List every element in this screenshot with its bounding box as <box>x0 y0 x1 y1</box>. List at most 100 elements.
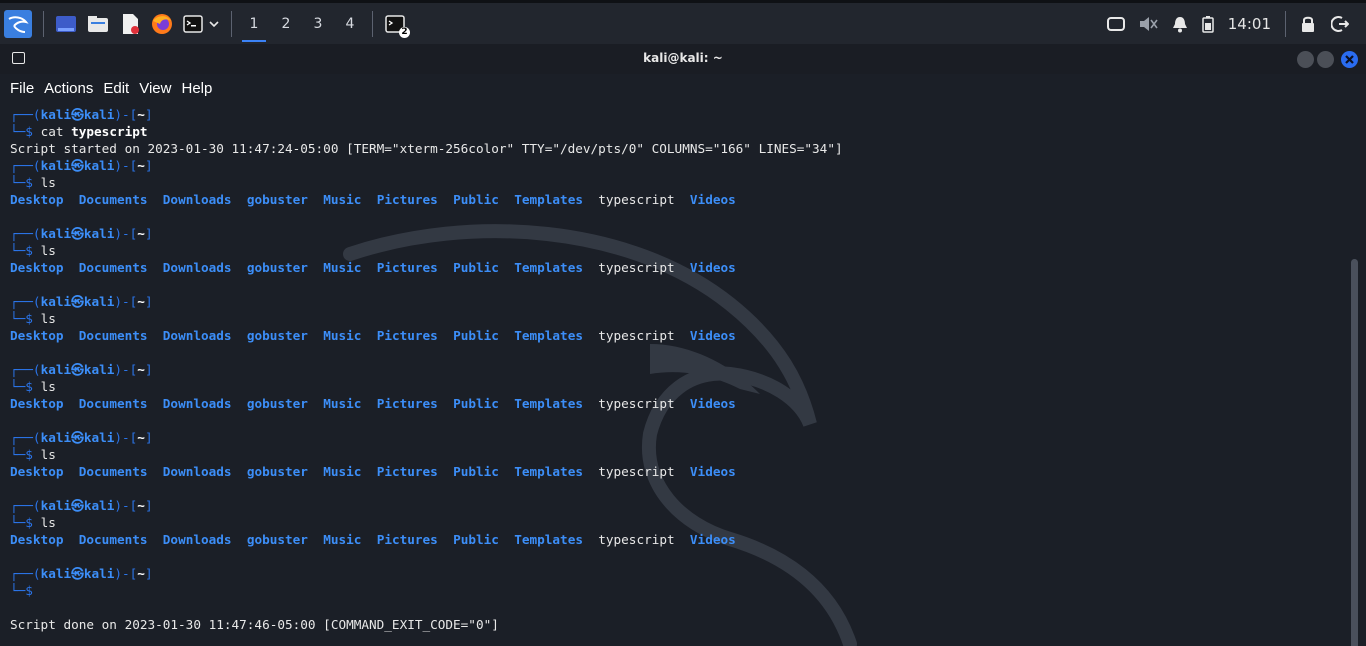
workspace-2[interactable]: 2 <box>270 3 302 44</box>
prompt-frame: ] <box>144 226 153 241</box>
show-desktop-icon[interactable] <box>55 13 77 35</box>
terminal-line: ┌──(kali㉿kali)-[~] <box>10 361 1346 378</box>
prompt-host: kali <box>83 158 115 173</box>
prompt-at-symbol: ㉿ <box>71 566 84 581</box>
prompt-frame: ] <box>144 566 153 581</box>
notification-bell-icon[interactable] <box>1169 13 1191 35</box>
menu-edit[interactable]: Edit <box>103 80 129 97</box>
workspace-label: 2 <box>281 15 291 32</box>
prompt-frame: └─$ <box>10 447 41 462</box>
prompt-frame: ] <box>144 362 153 377</box>
display-icon[interactable] <box>1105 13 1127 35</box>
terminal-window-icon[interactable]: 2 <box>384 13 410 38</box>
ls-entry: Videos <box>689 396 736 411</box>
prompt-frame: └─$ <box>10 515 41 530</box>
command: ls <box>40 379 56 394</box>
menu-file[interactable]: File <box>10 80 34 97</box>
prompt-dir: ~ <box>137 430 145 445</box>
menu-help[interactable]: Help <box>181 80 212 97</box>
prompt-dir: ~ <box>137 498 145 513</box>
prompt-at-symbol: ㉿ <box>71 107 84 122</box>
ls-entry: gobuster <box>246 396 308 411</box>
terminal-line: Desktop Documents Downloads gobuster Mus… <box>10 463 1346 480</box>
ls-entry: Videos <box>689 260 736 275</box>
ls-entry: Public <box>453 396 499 411</box>
terminal-line: └─$ ls <box>10 446 1346 463</box>
terminal-line: └─$ ls <box>10 310 1346 327</box>
scrollbar-thumb[interactable] <box>1351 259 1358 646</box>
taskbar-separator <box>372 10 373 37</box>
workspace-3[interactable]: 3 <box>302 3 334 44</box>
close-button[interactable] <box>1341 51 1358 68</box>
ls-entry: Videos <box>689 328 736 343</box>
prompt-frame: )-[ <box>114 294 138 309</box>
terminal-line: Script done on 2023-01-30 11:47:46-05:00… <box>10 616 1346 633</box>
ls-entry: Templates <box>514 464 583 479</box>
workspace-label: 3 <box>313 15 323 32</box>
prompt-frame: ] <box>144 430 153 445</box>
terminal-launcher-icon[interactable] <box>183 13 203 35</box>
text-editor-icon[interactable] <box>119 13 141 35</box>
prompt-host: kali <box>83 226 115 241</box>
maximize-button[interactable] <box>1317 51 1334 68</box>
prompt-host: kali <box>83 430 115 445</box>
ls-entry: Documents <box>78 192 148 207</box>
prompt-frame: ┌──( <box>10 362 41 377</box>
menu-actions[interactable]: Actions <box>44 80 93 97</box>
logout-icon[interactable] <box>1329 13 1351 35</box>
prompt-dir: ~ <box>137 566 145 581</box>
prompt-frame: └─$ <box>10 583 41 598</box>
prompt-at-symbol: ㉿ <box>71 362 84 377</box>
terminal-output[interactable]: ┌──(kali㉿kali)-[~] └─$ cat typescript Scri… <box>10 106 1346 646</box>
ls-entry: Music <box>323 396 362 411</box>
battery-icon[interactable] <box>1201 13 1215 35</box>
prompt-dir: ~ <box>137 107 145 122</box>
ls-entry: Videos <box>689 192 736 207</box>
command: ls <box>40 175 56 190</box>
prompt-at-symbol: ㉿ <box>71 498 84 513</box>
workspace-4[interactable]: 4 <box>334 3 366 44</box>
menu-bar: File Actions Edit View Help <box>0 74 1366 102</box>
file-manager-icon[interactable] <box>87 13 109 35</box>
prompt-host: kali <box>83 294 115 309</box>
kali-menu-icon[interactable] <box>4 9 32 38</box>
ls-entry: Documents <box>78 260 148 275</box>
volume-muted-icon[interactable] <box>1137 13 1159 35</box>
lock-icon[interactable] <box>1297 13 1319 35</box>
ls-entry: Templates <box>514 260 583 275</box>
workspace-label: 1 <box>249 15 259 32</box>
taskbar: 1 2 3 4 2 14:01 <box>0 0 1366 44</box>
window-title: kali@kali: ~ <box>643 51 723 65</box>
window-titlebar[interactable]: kali@kali: ~ <box>0 44 1366 74</box>
prompt-frame: └─$ <box>10 124 41 139</box>
menu-view[interactable]: View <box>139 80 171 97</box>
clock[interactable]: 14:01 <box>1228 15 1271 33</box>
firefox-icon[interactable] <box>151 13 173 35</box>
taskbar-separator <box>1285 10 1286 37</box>
prompt-frame: )-[ <box>114 362 138 377</box>
workspace-1[interactable]: 1 <box>238 3 270 44</box>
script-started-line: Script started on 2023-01-30 11:47:24-05… <box>10 141 843 156</box>
ls-entry: Pictures <box>376 260 438 275</box>
minimize-button[interactable] <box>1297 51 1314 68</box>
ls-entry: typescript <box>598 464 675 479</box>
chevron-down-icon[interactable] <box>208 13 220 35</box>
